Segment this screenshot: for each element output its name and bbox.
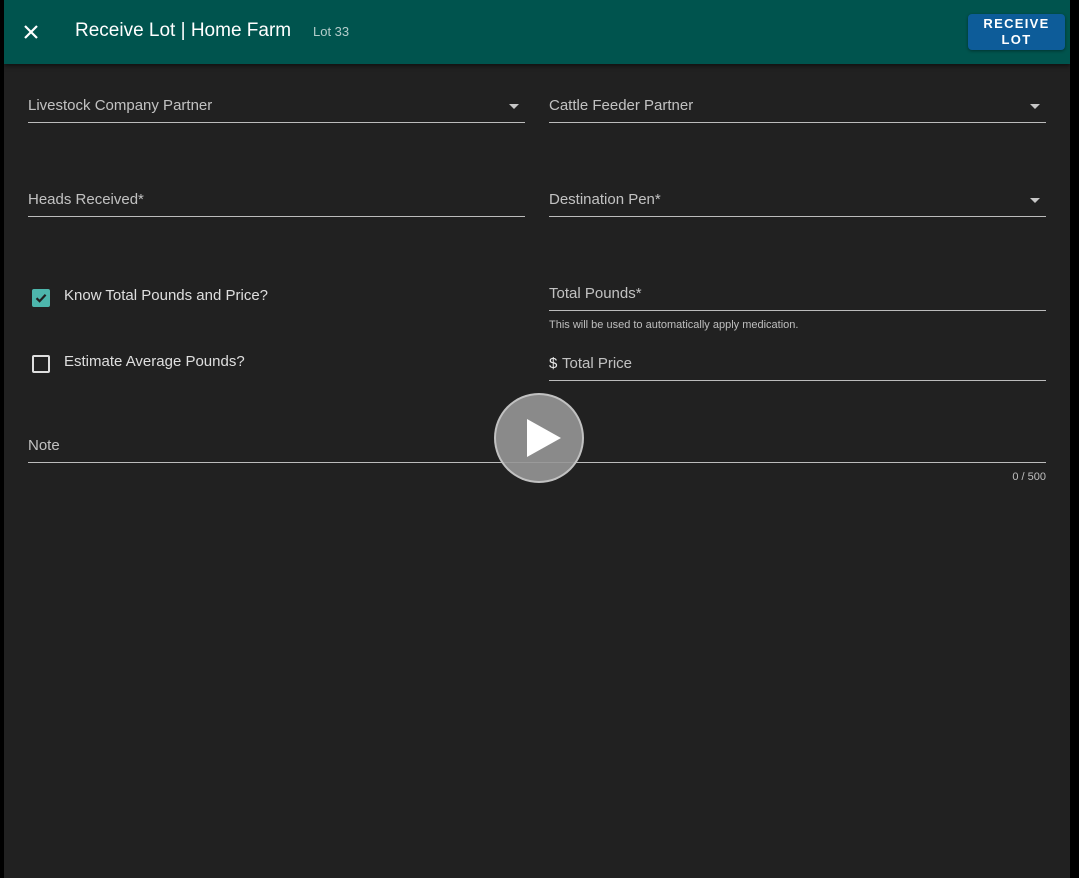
destination-pen-label: Destination Pen* bbox=[549, 191, 661, 208]
note-character-counter: 0 / 500 bbox=[1012, 471, 1046, 483]
cattle-feeder-label: Cattle Feeder Partner bbox=[549, 97, 694, 114]
heads-received-label: Heads Received* bbox=[28, 191, 144, 208]
heads-received-input[interactable]: Heads Received* bbox=[28, 186, 525, 217]
total-price-input[interactable]: $ Total Price bbox=[549, 350, 1046, 381]
page-title: Receive Lot | Home Farm bbox=[75, 20, 292, 41]
total-pounds-hint: This will be used to automatically apply… bbox=[549, 319, 799, 331]
know-total-checkbox[interactable]: Know Total Pounds and Price? bbox=[32, 286, 332, 310]
chevron-down-icon bbox=[1030, 198, 1040, 203]
livestock-partner-label: Livestock Company Partner bbox=[28, 97, 213, 114]
livestock-partner-select[interactable]: Livestock Company Partner bbox=[28, 92, 525, 123]
chevron-down-icon bbox=[509, 104, 519, 109]
currency-prefix: $ bbox=[549, 355, 558, 372]
checkbox-unchecked bbox=[32, 355, 50, 373]
estimate-average-label: Estimate Average Pounds? bbox=[64, 353, 245, 370]
cattle-feeder-select[interactable]: Cattle Feeder Partner bbox=[549, 92, 1046, 123]
check-icon bbox=[35, 294, 47, 303]
receive-lot-dialog: Receive Lot | Home Farm Lot 33 RECEIVE L… bbox=[4, 0, 1070, 878]
play-icon bbox=[527, 419, 561, 457]
receive-lot-button[interactable]: RECEIVE LOT bbox=[968, 14, 1065, 50]
total-pounds-label: Total Pounds* bbox=[549, 285, 642, 302]
lot-subtitle: Lot 33 bbox=[313, 24, 350, 39]
receive-lot-button-line2: LOT bbox=[1001, 32, 1032, 47]
know-total-label: Know Total Pounds and Price? bbox=[64, 287, 269, 304]
close-icon bbox=[24, 25, 38, 39]
play-button[interactable] bbox=[494, 393, 584, 483]
destination-pen-select[interactable]: Destination Pen* bbox=[549, 186, 1046, 217]
chevron-down-icon bbox=[1030, 104, 1040, 109]
dialog-toolbar: Receive Lot | Home Farm Lot 33 RECEIVE L… bbox=[4, 0, 1070, 64]
receive-lot-button-line1: RECEIVE bbox=[983, 16, 1050, 31]
checkbox-checked bbox=[32, 289, 50, 307]
total-price-label: Total Price bbox=[562, 355, 633, 372]
close-button[interactable] bbox=[16, 16, 46, 48]
note-label: Note bbox=[28, 437, 60, 454]
estimate-average-checkbox[interactable]: Estimate Average Pounds? bbox=[32, 352, 332, 376]
total-pounds-input[interactable]: Total Pounds* bbox=[549, 280, 1046, 311]
